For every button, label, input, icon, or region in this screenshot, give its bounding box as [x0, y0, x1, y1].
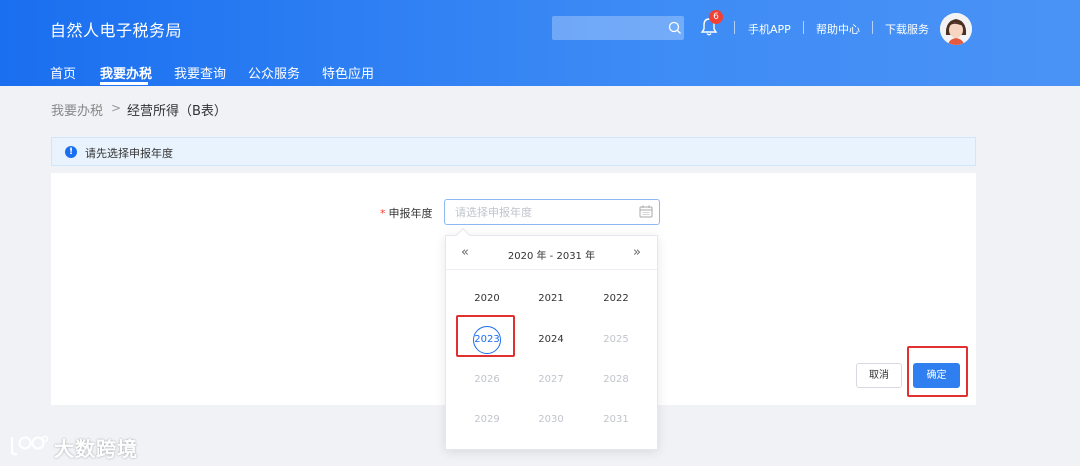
site-title: 自然人电子税务局 [50, 21, 183, 40]
picker-header: 2020 年 - 2031 年 « » [446, 236, 657, 270]
info-alert: ! 请先选择申报年度 [51, 137, 976, 166]
info-icon: ! [65, 146, 77, 158]
year-label: 2021 [538, 293, 564, 304]
year-field-label: * 申报年度 [380, 205, 433, 221]
year-label: 2026 [474, 374, 500, 385]
year-cell-disabled: 2025 [586, 330, 646, 350]
year-label: 2031 [603, 414, 629, 425]
prev-decade-icon[interactable]: « [461, 245, 469, 260]
next-decade-icon[interactable]: » [633, 245, 641, 260]
avatar-icon [940, 13, 972, 45]
active-nav-indicator [100, 82, 148, 85]
confirm-button[interactable]: 确定 [913, 363, 960, 388]
nav-home[interactable]: 首页 [50, 63, 76, 82]
divider [803, 21, 804, 34]
nav-public-service[interactable]: 公众服务 [248, 63, 300, 82]
year-field-label-text: 申报年度 [388, 207, 433, 220]
watermark-text: 大数跨境 [54, 437, 138, 461]
cancel-button[interactable]: 取消 [856, 363, 902, 388]
year-cell[interactable]: 2020 [457, 289, 517, 309]
search-icon[interactable] [668, 19, 682, 37]
year-input[interactable] [444, 199, 660, 225]
nav-tax-handling[interactable]: 我要办税 [100, 63, 152, 82]
year-cell-disabled: 2026 [457, 370, 517, 390]
calendar-icon[interactable] [639, 205, 653, 218]
top-header: 自然人电子税务局 6 手机APP 帮助中心 下载服务 首页 我要办税 我要查询 … [0, 0, 1080, 86]
year-label: 2027 [538, 374, 564, 385]
year-cell-disabled: 2030 [521, 410, 581, 430]
highlight-box-year [456, 315, 515, 357]
breadcrumb-current: 经营所得（B表） [127, 104, 227, 119]
download-service-link[interactable]: 下载服务 [885, 21, 929, 37]
year-cell-disabled: 2028 [586, 370, 646, 390]
breadcrumb-parent[interactable]: 我要办税 [51, 100, 103, 119]
year-cell[interactable]: 2022 [586, 289, 646, 309]
divider [872, 21, 873, 34]
mobile-app-link[interactable]: 手机APP [748, 21, 791, 37]
year-label: 2022 [603, 293, 629, 304]
year-cell-disabled: 2029 [457, 410, 517, 430]
notification-badge: 6 [709, 10, 723, 24]
breadcrumb-separator: > [111, 101, 122, 115]
year-cell-disabled: 2031 [586, 410, 646, 430]
nav-query[interactable]: 我要查询 [174, 63, 226, 82]
alert-message: 请先选择申报年度 [85, 147, 173, 160]
year-label: 2024 [538, 334, 564, 345]
year-label: 2025 [603, 334, 629, 345]
user-avatar[interactable] [940, 13, 972, 45]
year-cell-disabled: 2027 [521, 370, 581, 390]
year-label: 2028 [603, 374, 629, 385]
year-label: 2030 [538, 414, 564, 425]
divider [734, 21, 735, 34]
year-label: 2020 [474, 293, 500, 304]
nav-featured-apps[interactable]: 特色应用 [322, 63, 374, 82]
year-cell[interactable]: 2024 [521, 330, 581, 350]
year-label: 2029 [474, 414, 500, 425]
help-center-link[interactable]: 帮助中心 [816, 21, 860, 37]
year-range-label: 2020 年 - 2031 年 [507, 251, 596, 262]
required-mark: * [380, 207, 386, 220]
year-cell[interactable]: 2021 [521, 289, 581, 309]
search-input[interactable] [552, 16, 684, 40]
watermark-logo-icon [10, 435, 49, 456]
